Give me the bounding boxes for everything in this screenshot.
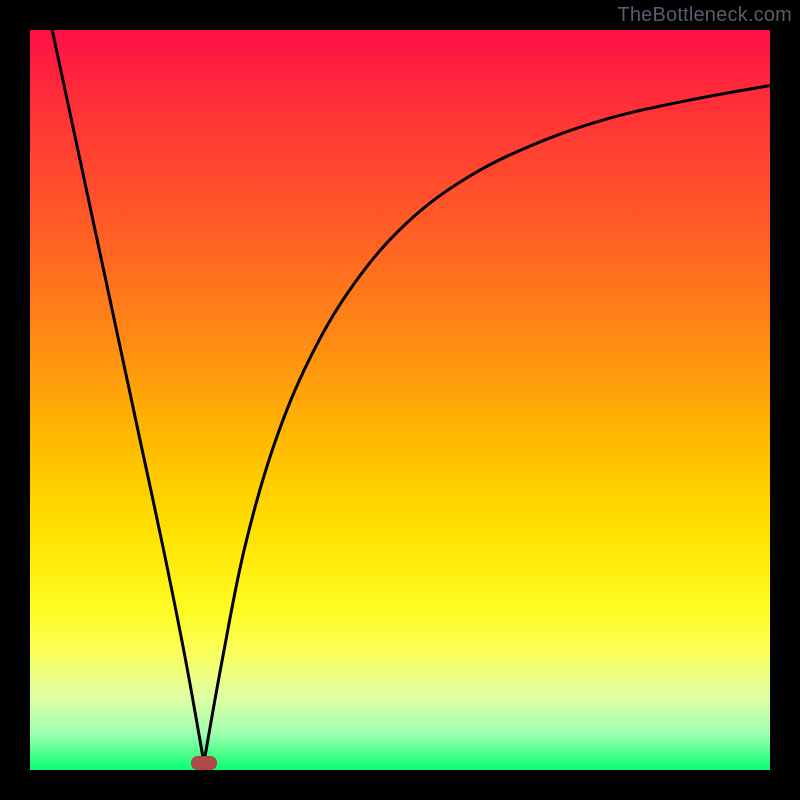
watermark-text: TheBottleneck.com (617, 4, 792, 27)
bottleneck-curve (52, 30, 770, 763)
chart-frame: TheBottleneck.com (0, 0, 800, 800)
plot-area (30, 30, 770, 770)
minimum-marker (191, 756, 217, 770)
curve-layer (30, 30, 770, 770)
